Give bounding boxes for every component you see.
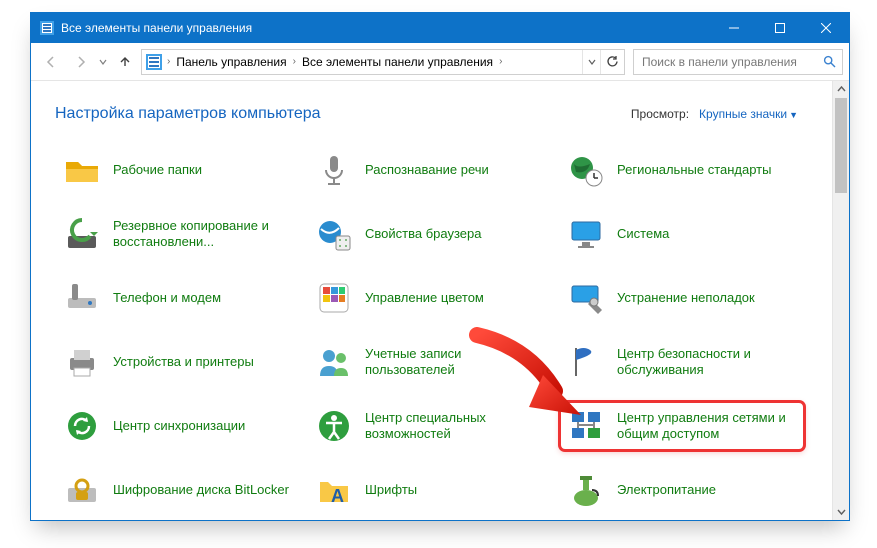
item-label: Центр управления сетями и общим доступом (617, 410, 799, 443)
network-icon (565, 405, 607, 447)
breadcrumb-level-1[interactable]: Панель управления (170, 50, 292, 74)
item-region[interactable]: Региональные стандарты (559, 145, 805, 195)
microphone-icon (313, 149, 355, 191)
folder-icon (61, 149, 103, 191)
titlebar: Все элементы панели управления (31, 13, 849, 43)
refresh-button[interactable] (600, 50, 624, 74)
item-backup-restore[interactable]: Резервное копирование и восстановлени... (55, 209, 301, 259)
maximize-button[interactable] (757, 13, 803, 43)
item-power-options[interactable]: Электропитание (559, 465, 805, 515)
search-input[interactable]: Поиск в панели управления (633, 49, 843, 75)
item-color-management[interactable]: Управление цветом (307, 273, 553, 323)
control-panel-window: Все элементы панели управления (30, 12, 850, 521)
item-label: Центр синхронизации (113, 418, 245, 434)
item-label: Учетные записи пользователей (365, 346, 547, 379)
navigation-row: › Панель управления › Все элементы панел… (31, 43, 849, 81)
item-label: Свойства браузера (365, 226, 481, 242)
item-troubleshooting[interactable]: Устранение неполадок (559, 273, 805, 323)
item-label: Управление цветом (365, 290, 484, 306)
flag-icon (565, 341, 607, 383)
monitor-icon (565, 213, 607, 255)
item-phone-modem[interactable]: Телефон и модем (55, 273, 301, 323)
item-label: Резервное копирование и восстановлени... (113, 218, 295, 251)
accessibility-icon (313, 405, 355, 447)
item-fonts[interactable]: A Шрифты (307, 465, 553, 515)
address-history-dropdown[interactable] (582, 50, 600, 74)
item-label: Устранение неполадок (617, 290, 755, 306)
chevron-right-icon[interactable]: › (499, 56, 502, 67)
printer-icon (61, 341, 103, 383)
content-area: Настройка параметров компьютера Просмотр… (31, 81, 849, 520)
back-button[interactable] (37, 48, 65, 76)
item-speech-recognition[interactable]: Распознавание речи (307, 145, 553, 195)
item-label: Шрифты (365, 482, 417, 498)
item-label: Распознавание речи (365, 162, 489, 178)
item-label: Устройства и принтеры (113, 354, 254, 370)
close-button[interactable] (803, 13, 849, 43)
item-user-accounts[interactable]: Учетные записи пользователей (307, 337, 553, 387)
item-work-folders[interactable]: Рабочие папки (55, 145, 301, 195)
breadcrumb-level-2[interactable]: Все элементы панели управления (296, 50, 499, 74)
recent-dropdown-icon[interactable] (97, 58, 109, 66)
fonts-icon: A (313, 469, 355, 511)
troubleshoot-icon (565, 277, 607, 319)
view-by-dropdown[interactable]: Крупные значки▼ (699, 107, 798, 121)
users-icon (313, 341, 355, 383)
search-placeholder: Поиск в панели управления (642, 55, 823, 69)
item-devices-printers[interactable]: Устройства и принтеры (55, 337, 301, 387)
item-label: Рабочие папки (113, 162, 202, 178)
scroll-track[interactable] (833, 98, 849, 503)
sync-icon (61, 405, 103, 447)
color-icon (313, 277, 355, 319)
vertical-scrollbar[interactable] (832, 81, 849, 520)
item-label: Шифрование диска BitLocker (113, 482, 289, 498)
minimize-button[interactable] (711, 13, 757, 43)
view-by-label: Просмотр: (631, 107, 689, 121)
item-system[interactable]: Система (559, 209, 805, 259)
globe-clock-icon (565, 149, 607, 191)
item-label: Телефон и модем (113, 290, 221, 306)
scroll-thumb[interactable] (835, 98, 847, 193)
item-label: Электропитание (617, 482, 716, 498)
item-label: Региональные стандарты (617, 162, 771, 178)
search-icon (823, 55, 836, 68)
item-security-maintenance[interactable]: Центр безопасности и обслуживания (559, 337, 805, 387)
control-panel-icon (146, 54, 162, 70)
item-label: Центр безопасности и обслуживания (617, 346, 799, 379)
up-button[interactable] (111, 48, 139, 76)
chevron-down-icon: ▼ (789, 110, 798, 120)
scroll-down-button[interactable] (833, 503, 849, 520)
bitlocker-icon (61, 469, 103, 511)
scroll-up-button[interactable] (833, 81, 849, 98)
power-icon (565, 469, 607, 511)
item-label: Система (617, 226, 669, 242)
forward-button[interactable] (67, 48, 95, 76)
phone-modem-icon (61, 277, 103, 319)
items-grid: Рабочие папки Распознавание речи Региона… (55, 145, 822, 520)
item-ease-of-access[interactable]: Центр специальных возможностей (307, 401, 553, 451)
item-bitlocker[interactable]: Шифрование диска BitLocker (55, 465, 301, 515)
window-title: Все элементы панели управления (61, 21, 711, 35)
item-internet-options[interactable]: Свойства браузера (307, 209, 553, 259)
item-network-sharing-center[interactable]: Центр управления сетями и общим доступом (559, 401, 805, 451)
svg-text:A: A (331, 486, 344, 506)
address-bar[interactable]: › Панель управления › Все элементы панел… (141, 49, 625, 75)
page-title: Настройка параметров компьютера (55, 105, 631, 123)
view-by: Просмотр: Крупные значки▼ (631, 107, 798, 121)
control-panel-icon (39, 20, 55, 36)
backup-icon (61, 213, 103, 255)
item-label: Центр специальных возможностей (365, 410, 547, 443)
item-sync-center[interactable]: Центр синхронизации (55, 401, 301, 451)
internet-options-icon (313, 213, 355, 255)
